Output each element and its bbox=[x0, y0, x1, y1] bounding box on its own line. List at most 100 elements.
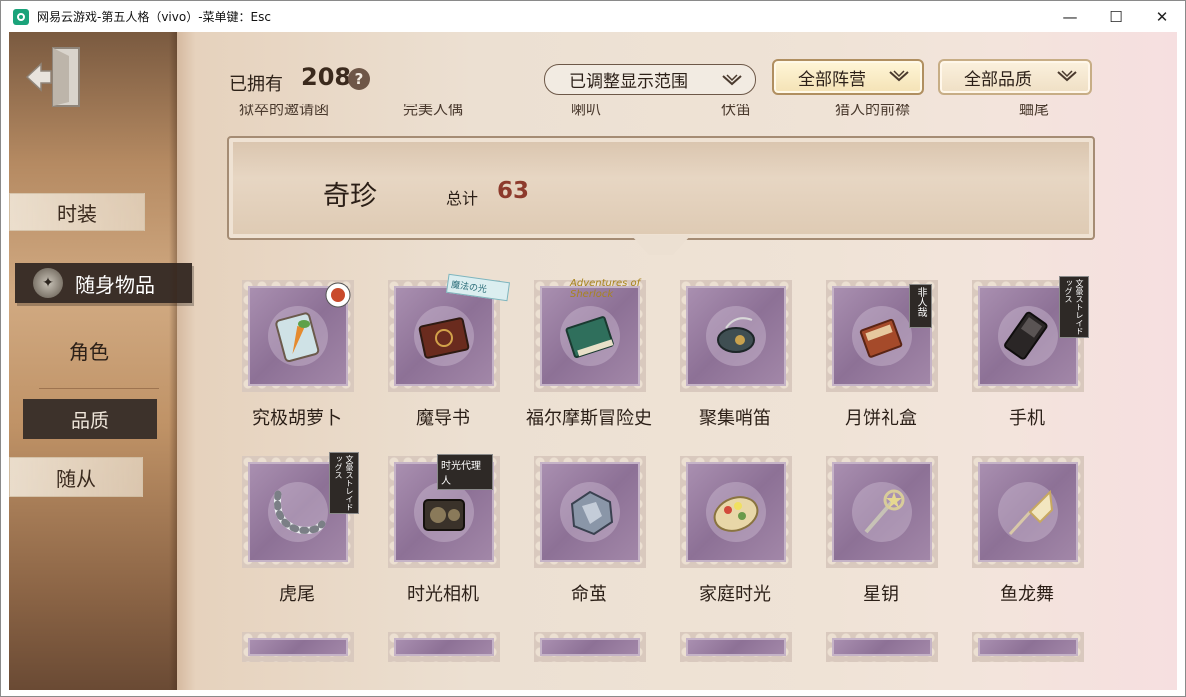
window-title: 网易云游戏-第五人格（vivo）-菜单键：Esc bbox=[37, 10, 271, 24]
chevron-down-icon bbox=[1057, 70, 1077, 82]
nav-follower[interactable]: 随从 bbox=[9, 457, 143, 497]
item-card-phone[interactable]: 文豪ストレイドッグス 手机 bbox=[965, 276, 1089, 436]
phone-icon bbox=[1004, 311, 1048, 360]
whistle-icon bbox=[717, 317, 755, 353]
help-icon[interactable]: ? bbox=[348, 68, 370, 90]
cocoon-icon bbox=[570, 490, 614, 536]
item-card-flowers[interactable]: 家庭时光 bbox=[673, 452, 797, 612]
item-card-partial[interactable] bbox=[673, 628, 797, 668]
item-card-partial[interactable] bbox=[235, 628, 359, 668]
nav-quality[interactable]: 品质 bbox=[23, 399, 157, 439]
prev-item-label: 猎人的前襟 bbox=[835, 104, 911, 118]
prev-item-label: 完美人偶 bbox=[403, 104, 464, 118]
window-controls: — ☐ ✕ bbox=[1047, 1, 1185, 32]
item-name: 究极胡萝卜 bbox=[252, 408, 342, 429]
left-nav-panel: 时装 ✦ 随身物品 角色 品质 随从 bbox=[9, 32, 192, 690]
section-title: 奇珍 bbox=[323, 181, 377, 212]
stamp-frame bbox=[972, 632, 1084, 662]
stamp-frame bbox=[972, 456, 1084, 568]
item-card-star-key[interactable]: 星钥 bbox=[819, 452, 943, 612]
exit-door-icon[interactable] bbox=[25, 44, 85, 110]
stamp-frame bbox=[388, 632, 500, 662]
item-name: 手机 bbox=[1009, 408, 1045, 429]
camp-filter-label: 全部阵营 bbox=[798, 69, 866, 90]
item-name: 时光相机 bbox=[407, 584, 479, 605]
item-card-tiger-tail[interactable]: 文豪ストレイドッグス 虎尾 bbox=[235, 452, 359, 612]
stamp-frame bbox=[242, 632, 354, 662]
stamp-frame bbox=[826, 456, 938, 568]
game-viewport: 时装 ✦ 随身物品 角色 品质 随从 已拥有 208 ? 已调整显示范围 全部阵… bbox=[9, 32, 1177, 690]
nav-fashion[interactable]: 时装 bbox=[9, 193, 145, 231]
stamp-frame bbox=[534, 632, 646, 662]
mooncake-tag: 非人哉 bbox=[909, 284, 932, 328]
green-book-icon bbox=[565, 316, 614, 358]
nav-divider bbox=[39, 388, 159, 389]
prev-item-label: 蛐尾 bbox=[1019, 104, 1050, 118]
item-card-partial[interactable] bbox=[527, 628, 651, 668]
item-name: 星钥 bbox=[863, 584, 899, 605]
banner-notch bbox=[631, 235, 691, 255]
item-name: 命茧 bbox=[571, 584, 607, 605]
item-card-whistle[interactable]: 聚集哨笛 bbox=[673, 276, 797, 436]
item-card-sherlock[interactable]: Adventures of Sherlock 福尔摩斯冒险史 bbox=[526, 276, 652, 436]
app-window: 网易云游戏-第五人格（vivo）-菜单键：Esc — ☐ ✕ 时装 ✦ 随身物品… bbox=[0, 0, 1186, 697]
close-button[interactable]: ✕ bbox=[1139, 1, 1185, 32]
item-name: 家庭时光 bbox=[699, 584, 771, 605]
stamp-frame bbox=[680, 280, 792, 392]
item-card-cocoon[interactable]: 命茧 bbox=[527, 452, 651, 612]
stamp-frame bbox=[680, 456, 792, 568]
tiger-tail-icon bbox=[273, 490, 326, 534]
item-card-camera[interactable]: 时光代理人 时光相机 bbox=[381, 452, 505, 612]
quality-filter-dropdown[interactable]: 全部品质 bbox=[938, 59, 1092, 95]
item-card-fish-lantern[interactable]: 鱼龙舞 bbox=[965, 452, 1089, 612]
quality-filter-label: 全部品质 bbox=[964, 69, 1032, 90]
stamp-frame bbox=[826, 632, 938, 662]
previous-row-labels: 狱卒的邀请函 完美人偶 喇叭 伏笛 猎人的前襟 蛐尾 bbox=[231, 104, 1091, 118]
chevron-down-icon bbox=[889, 70, 909, 82]
item-name: 鱼龙舞 bbox=[1000, 584, 1054, 605]
item-card-mooncake[interactable]: 非人哉 月饼礼盒 bbox=[819, 276, 943, 436]
nav-carry-items-label: 随身物品 bbox=[75, 272, 155, 297]
flowers-icon bbox=[713, 496, 759, 532]
display-range-label: 已调整显示范围 bbox=[569, 72, 688, 92]
carry-items-icon: ✦ bbox=[33, 268, 63, 298]
camp-filter-dropdown[interactable]: 全部阵营 bbox=[772, 59, 924, 95]
title-bar: 网易云游戏-第五人格（vivo）-菜单键：Esc — ☐ ✕ bbox=[1, 1, 1185, 32]
item-card-magic-book[interactable]: 魔法の光 魔导书 bbox=[381, 273, 511, 436]
item-name: 虎尾 bbox=[279, 584, 315, 605]
section-total-label: 总计 bbox=[446, 189, 479, 208]
star-key-icon bbox=[864, 489, 905, 534]
mooncake-box-icon bbox=[859, 318, 903, 358]
magic-book-icon bbox=[418, 317, 470, 359]
prev-item-label: 伏笛 bbox=[721, 104, 752, 118]
stamp-frame bbox=[680, 632, 792, 662]
minimize-button[interactable]: — bbox=[1047, 1, 1093, 32]
camera-icon bbox=[423, 499, 465, 531]
maximize-button[interactable]: ☐ bbox=[1093, 1, 1139, 32]
netease-cloud-game-icon bbox=[13, 8, 29, 25]
item-name: 魔导书 bbox=[416, 408, 470, 429]
owned-label: 已拥有 bbox=[229, 74, 283, 95]
display-range-dropdown[interactable]: 已调整显示范围 bbox=[544, 64, 756, 95]
nav-role[interactable]: 角色 bbox=[9, 330, 169, 370]
tiger-tail-tag: 文豪ストレイドッグス bbox=[329, 452, 359, 514]
nav-carry-items[interactable]: ✦ 随身物品 bbox=[15, 263, 192, 303]
item-card-partial[interactable] bbox=[819, 628, 943, 668]
prev-item-label: 狱卒的邀请函 bbox=[239, 104, 330, 118]
item-name: 福尔摩斯冒险史 bbox=[526, 408, 652, 429]
phone-tag: 文豪ストレイドッグス bbox=[1059, 276, 1089, 338]
sherlock-tag: Adventures of Sherlock bbox=[570, 278, 641, 300]
item-name: 月饼礼盒 bbox=[845, 408, 917, 429]
stamp-frame bbox=[534, 456, 646, 568]
carrot-badge-icon bbox=[325, 282, 351, 308]
prev-item-label: 喇叭 bbox=[571, 104, 602, 118]
item-card-partial[interactable] bbox=[965, 628, 1089, 668]
carrot-jar-icon bbox=[275, 312, 320, 363]
item-card-partial[interactable] bbox=[381, 628, 505, 668]
owned-count: 208 bbox=[301, 63, 352, 91]
camera-tag: 时光代理人 bbox=[437, 454, 493, 490]
fish-lantern-icon bbox=[1008, 489, 1054, 536]
chevron-down-icon bbox=[722, 74, 742, 86]
item-card-carrot[interactable]: 究极胡萝卜 bbox=[235, 276, 359, 436]
section-total-count: 63 bbox=[497, 178, 530, 204]
